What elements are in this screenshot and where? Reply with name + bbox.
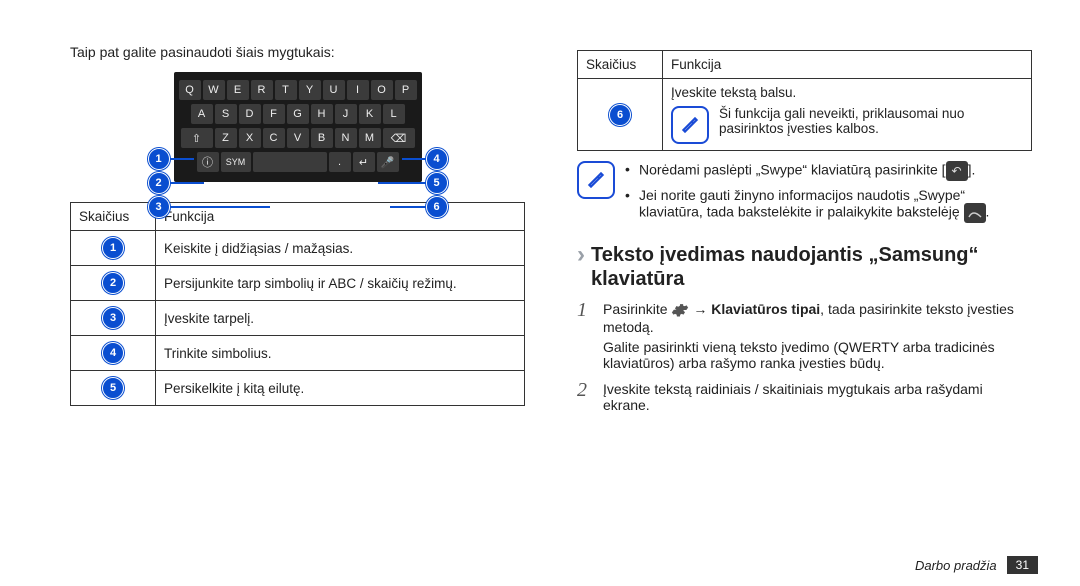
row-text: Persikelkite į kitą eilutę.	[156, 371, 525, 406]
callout-1: 1	[148, 148, 170, 170]
shift-key-icon: ⇧	[181, 128, 213, 148]
col-function-header: Funkcija	[663, 51, 1032, 79]
callout-5: 5	[426, 172, 448, 194]
func-note: Ši funkcija gali neveikti, priklausomai …	[719, 106, 1023, 136]
callout-6: 6	[426, 196, 448, 218]
enter-key-icon: ↵	[353, 152, 375, 172]
table-row: 6 Įveskite tekstą balsu. Ši funkcija gal…	[578, 79, 1032, 151]
info-key-icon: ⓘ	[197, 152, 219, 172]
table-row: 5 Persikelkite į kitą eilutę.	[71, 371, 525, 406]
row-badge-1: 1	[102, 237, 124, 259]
callout-4: 4	[426, 148, 448, 170]
table-row: 4 Trinkite simbolius.	[71, 336, 525, 371]
heading-marker-icon: ›	[577, 243, 585, 267]
note-bullet-2: Jei norite gauti žinyno informacijos nau…	[625, 187, 1032, 223]
callout-2: 2	[148, 172, 170, 194]
function-table-left: Skaičius Funkcija 1 Keiskite į didžiąsia…	[70, 202, 525, 406]
row-text: Keiskite į didžiąsias / mažąsias.	[156, 231, 525, 266]
keyboard-diagram: 1 2 3 4 5 6 QWERTYUIOP ASDFGHJKL ⇧ZXC	[148, 72, 448, 182]
table-row: 1 Keiskite į didžiąsias / mažąsias.	[71, 231, 525, 266]
func-line: Įveskite tekstą balsu.	[671, 85, 1023, 100]
space-key	[253, 152, 327, 172]
callout-3: 3	[148, 196, 170, 218]
row-text: Persijunkite tarp simbolių ir ABC / skai…	[156, 266, 525, 301]
page-number: 31	[1007, 556, 1038, 574]
row-text: Trinkite simbolius.	[156, 336, 525, 371]
step-1: 1 Pasirinkite → Klaviatūros tipai, tada …	[603, 301, 1032, 371]
note-icon	[671, 106, 709, 144]
step-number: 2	[577, 379, 587, 402]
section-heading: › Teksto įvedimas naudojantis „Samsung“ …	[577, 243, 1032, 291]
row-badge-6: 6	[609, 104, 631, 126]
heading-text: Teksto įvedimas naudojantis „Samsung“ kl…	[591, 243, 1032, 291]
col-number-header: Skaičius	[71, 203, 156, 231]
keyboard: QWERTYUIOP ASDFGHJKL ⇧ZXCVBNM⌫ ⓘ SYM . ↵…	[174, 72, 422, 182]
table-header-row: Skaičius Funkcija	[71, 203, 525, 231]
back-icon: ↶	[946, 161, 968, 181]
info-note-block: Norėdami paslėpti „Swype“ klaviatūrą pas…	[577, 161, 1032, 229]
right-column: Skaičius Funkcija 6 Įveskite tekstą bals…	[577, 44, 1032, 423]
table-row: 2 Persijunkite tarp simbolių ir ABC / sk…	[71, 266, 525, 301]
mic-key-icon: 🎤	[377, 152, 399, 172]
row-badge-4: 4	[102, 342, 124, 364]
col-number-header: Skaičius	[578, 51, 663, 79]
swype-info-icon	[964, 203, 986, 223]
row-text: Įveskite tarpelį.	[156, 301, 525, 336]
table-header-row: Skaičius Funkcija	[578, 51, 1032, 79]
backspace-key-icon: ⌫	[383, 128, 415, 148]
note-bullet-1: Norėdami paslėpti „Swype“ klaviatūrą pas…	[625, 161, 1032, 181]
sym-key: SYM	[221, 152, 251, 172]
row-badge-2: 2	[102, 272, 124, 294]
footer-section: Darbo pradžia	[915, 558, 997, 573]
step-2: 2 Įveskite tekstą raidiniais / skaitinia…	[603, 381, 1032, 413]
row-badge-3: 3	[102, 307, 124, 329]
step-number: 1	[577, 299, 587, 322]
left-column: Taip pat galite pasinaudoti šiais mygtuk…	[70, 44, 525, 423]
note-icon	[577, 161, 615, 199]
intro-text: Taip pat galite pasinaudoti šiais mygtuk…	[70, 44, 525, 60]
function-table-right: Skaičius Funkcija 6 Įveskite tekstą bals…	[577, 50, 1032, 151]
row-text: Įveskite tekstą balsu. Ši funkcija gali …	[663, 79, 1032, 151]
gear-icon	[671, 301, 689, 319]
table-row: 3 Įveskite tarpelį.	[71, 301, 525, 336]
page-footer: Darbo pradžia 31	[915, 556, 1038, 574]
row-badge-5: 5	[102, 377, 124, 399]
step-subtext: Galite pasirinkti vieną teksto įvedimo (…	[603, 339, 1032, 371]
